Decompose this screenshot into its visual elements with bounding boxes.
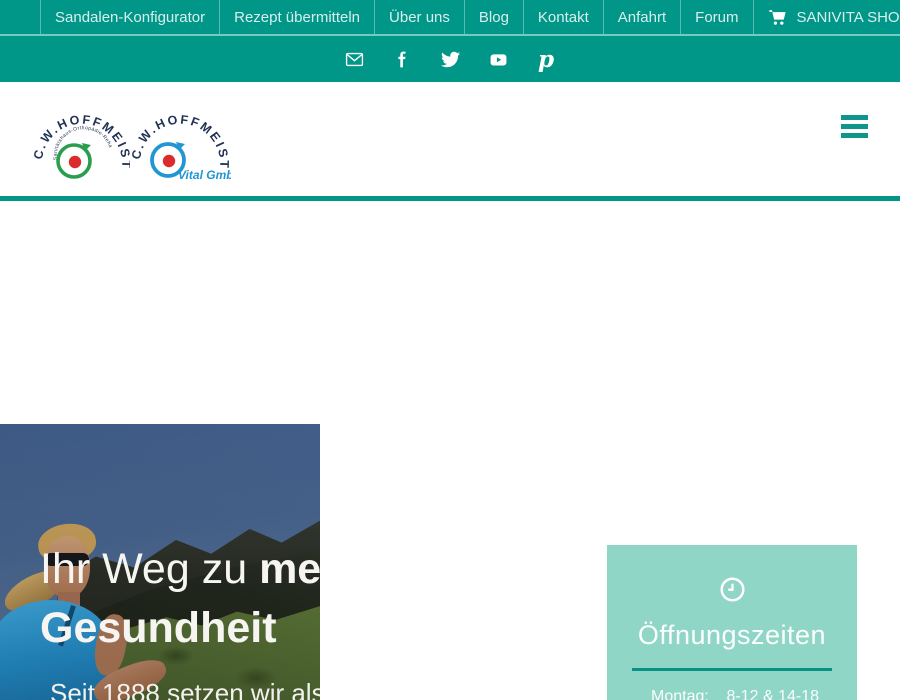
nav-item-blog[interactable]: Blog: [464, 0, 523, 34]
logo-red-dot: [69, 156, 81, 168]
svg-text:Vital GmbH: Vital GmbH: [178, 168, 231, 182]
nav-item-label: Rezept übermitteln: [234, 9, 360, 26]
pinterest-icon[interactable]: p: [537, 50, 556, 69]
menu-toggle-icon[interactable]: [841, 115, 868, 138]
hero-slide: Ihr Weg zu mehr Gesundheit Seit 1888 setz…: [0, 424, 320, 700]
page: Sandalen-Konfigurator Rezept übermitteln…: [0, 0, 900, 700]
top-navigation: Sandalen-Konfigurator Rezept übermitteln…: [0, 0, 900, 36]
nav-item-sandalen-konfigurator[interactable]: Sandalen-Konfigurator: [40, 0, 219, 34]
nav-item-label: Sandalen-Konfigurator: [55, 9, 205, 26]
hero-title: Ihr Weg zu mehr Gesundheit: [40, 540, 320, 658]
youtube-icon[interactable]: [489, 50, 508, 69]
twitter-icon[interactable]: [441, 50, 460, 69]
hero-title-bold: mehr: [259, 545, 320, 593]
hero-subtitle: Seit 1888 setzen wir als: [50, 678, 320, 700]
nav-item-label: SANIVITA SHOP: [797, 9, 900, 26]
nav-item-label: Kontakt: [538, 9, 589, 26]
hours-value: 8-12 & 14-18: [726, 688, 819, 700]
opening-hours-divider: [632, 668, 832, 671]
nav-item-sanivita-shop[interactable]: SANIVITA SHOP: [753, 0, 900, 34]
nav-item-label: Forum: [695, 9, 738, 26]
opening-hours-row: Montag: 8-12 & 14-18: [607, 688, 857, 700]
logo-hoffmeister-vital: C.W.HOFFMEISTER Vital GmbH: [126, 98, 231, 186]
opening-hours-title: Öffnungszeiten: [607, 620, 857, 651]
svg-text:C.W.HOFFMEISTER: C.W.HOFFMEISTER: [126, 98, 231, 170]
nav-item-ueber-uns[interactable]: Über uns: [374, 0, 464, 34]
logo-red-dot: [163, 155, 175, 167]
clock-icon: [607, 576, 857, 608]
cart-icon: [768, 9, 787, 26]
logo-hoffmeister-sanitaetshaus: C.W.HOFFMEISTER Sanitätshaus-Orthopädie-…: [30, 98, 130, 186]
site-header: C.W.HOFFMEISTER Sanitätshaus-Orthopädie-…: [0, 82, 900, 201]
hero-title-regular: Ihr Weg zu: [40, 545, 259, 593]
site-logo[interactable]: C.W.HOFFMEISTER Sanitätshaus-Orthopädie-…: [30, 98, 231, 186]
facebook-icon[interactable]: [393, 50, 412, 69]
nav-item-forum[interactable]: Forum: [680, 0, 752, 34]
nav-item-anfahrt[interactable]: Anfahrt: [603, 0, 680, 34]
nav-item-kontakt[interactable]: Kontakt: [523, 0, 603, 34]
nav-item-label: Blog: [479, 9, 509, 26]
email-icon[interactable]: [345, 50, 364, 69]
social-bar: p: [0, 36, 900, 82]
hero-title-bold-line2: Gesundheit: [40, 604, 277, 652]
opening-hours-card: Öffnungszeiten Montag: 8-12 & 14-18: [607, 545, 857, 700]
nav-item-label: Anfahrt: [618, 9, 666, 26]
day-label: Montag:: [651, 688, 709, 700]
nav-item-rezept-uebermitteln[interactable]: Rezept übermitteln: [219, 0, 374, 34]
nav-item-label: Über uns: [389, 9, 450, 26]
